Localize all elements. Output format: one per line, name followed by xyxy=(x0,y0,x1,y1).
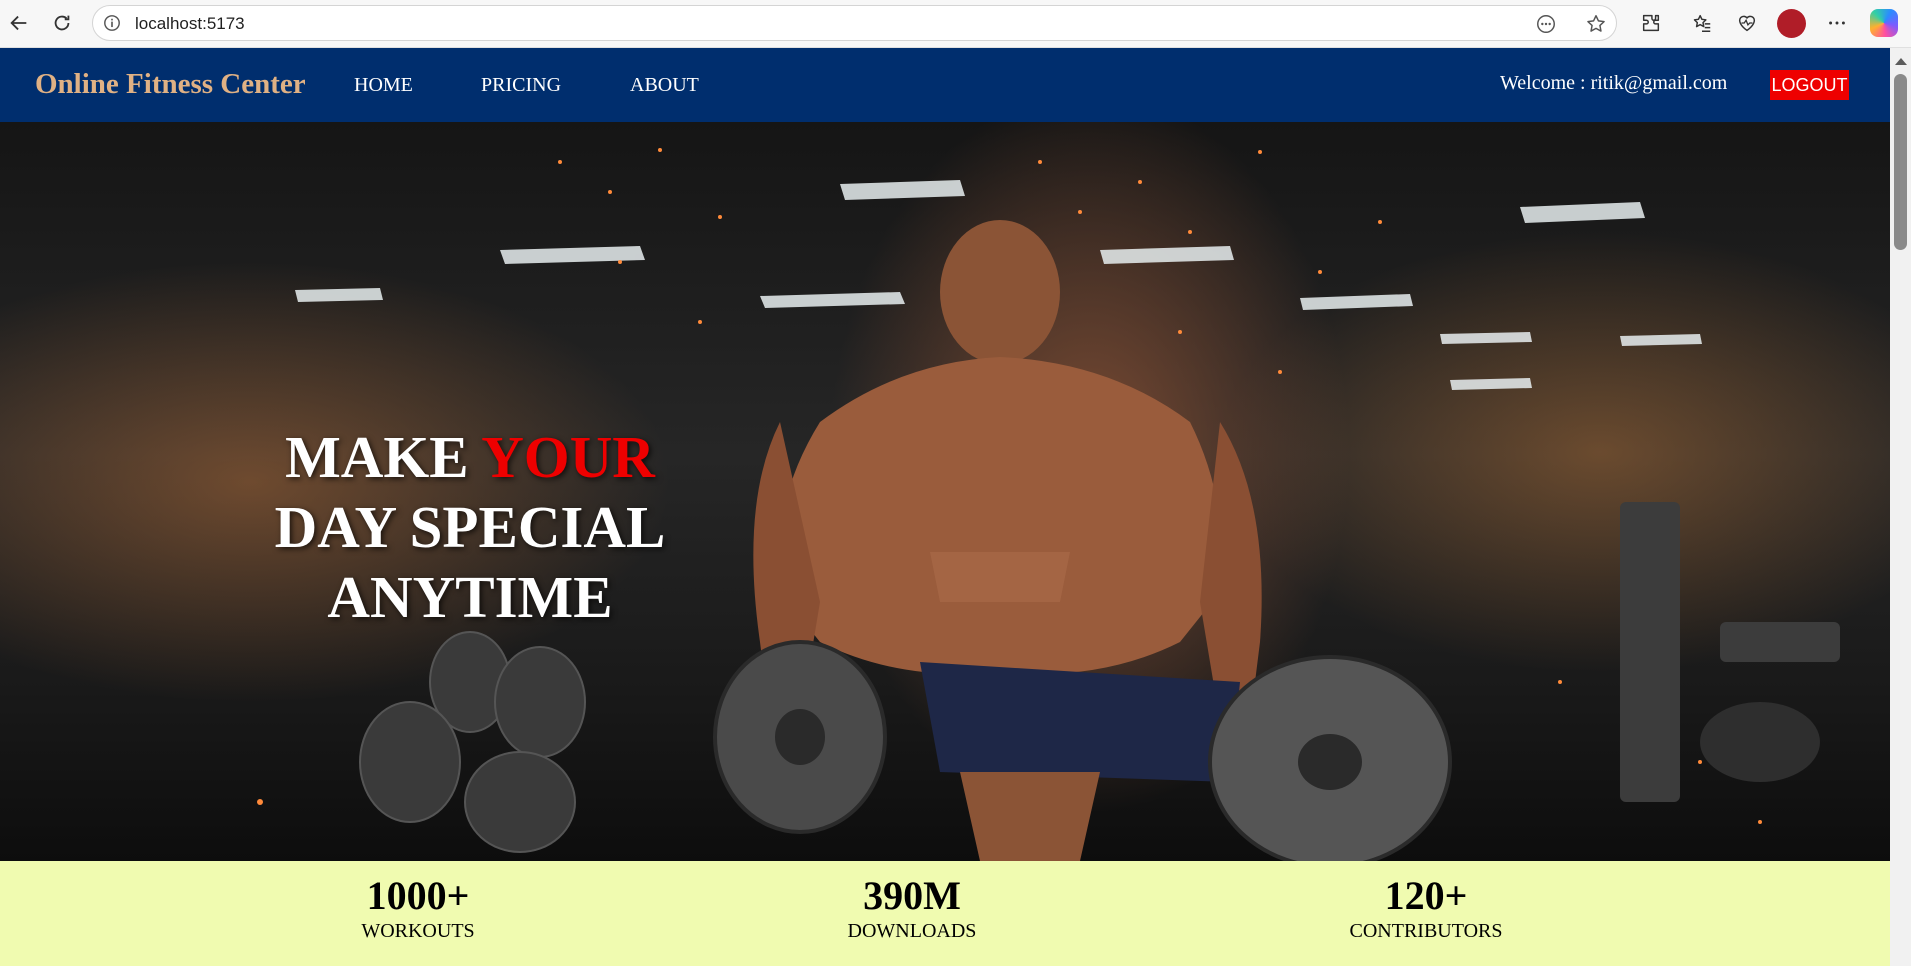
hero-headline: MAKE YOUR DAY SPECIAL ANYTIME xyxy=(230,422,710,632)
page-scrollbar[interactable] xyxy=(1890,48,1911,966)
top-navbar: Online Fitness Center HOME PRICING ABOUT… xyxy=(0,48,1890,122)
stat-label: DOWNLOADS xyxy=(847,920,977,942)
read-aloud-icon[interactable] xyxy=(1533,11,1559,37)
headline-make: MAKE xyxy=(285,424,482,490)
profile-avatar[interactable] xyxy=(1777,9,1806,38)
stat-value: 1000+ xyxy=(366,873,470,918)
welcome-text: Welcome : ritik@gmail.com xyxy=(1500,72,1728,94)
back-arrow-icon[interactable] xyxy=(2,6,36,40)
hero-banner: MAKE YOUR DAY SPECIAL ANYTIME xyxy=(0,122,1890,861)
nav-pricing[interactable]: PRICING xyxy=(481,74,561,97)
reload-icon[interactable] xyxy=(45,6,79,40)
headline-day-special: DAY SPECIAL xyxy=(274,494,666,560)
scrollbar-thumb[interactable] xyxy=(1894,74,1907,250)
stat-label: WORKOUTS xyxy=(361,920,475,942)
favorite-star-icon[interactable] xyxy=(1583,11,1609,37)
browser-essentials-icon[interactable] xyxy=(1730,6,1764,40)
url-text: localhost:5173 xyxy=(135,14,245,33)
more-menu-icon[interactable] xyxy=(1820,6,1854,40)
stat-value: 390M xyxy=(863,873,961,918)
stats-section: 1000+ WORKOUTS 390M DOWNLOADS 120+ CONTR… xyxy=(0,861,1890,966)
stat-label: CONTRIBUTORS xyxy=(1349,920,1503,942)
extensions-icon[interactable] xyxy=(1634,6,1668,40)
logout-button[interactable]: LOGOUT xyxy=(1770,70,1849,100)
scroll-up-arrow-icon[interactable] xyxy=(1895,58,1907,65)
headline-your: YOUR xyxy=(481,424,655,490)
address-bar[interactable]: localhost:5173 xyxy=(92,5,1617,41)
nav-about[interactable]: ABOUT xyxy=(630,74,699,97)
site-info-icon[interactable] xyxy=(101,12,123,34)
headline-anytime: ANYTIME xyxy=(327,564,613,630)
page-viewport: Online Fitness Center HOME PRICING ABOUT… xyxy=(0,48,1890,966)
stat-workouts: 1000+ WORKOUTS xyxy=(298,873,538,943)
browser-toolbar: localhost:5173 xyxy=(0,0,1911,48)
stat-contributors: 120+ CONTRIBUTORS xyxy=(1306,873,1546,943)
copilot-icon[interactable] xyxy=(1870,9,1898,37)
nav-home[interactable]: HOME xyxy=(354,74,413,97)
stat-value: 120+ xyxy=(1384,873,1468,918)
favorites-icon[interactable] xyxy=(1685,6,1719,40)
stat-downloads: 390M DOWNLOADS xyxy=(792,873,1032,943)
brand-logo[interactable]: Online Fitness Center xyxy=(35,68,306,101)
